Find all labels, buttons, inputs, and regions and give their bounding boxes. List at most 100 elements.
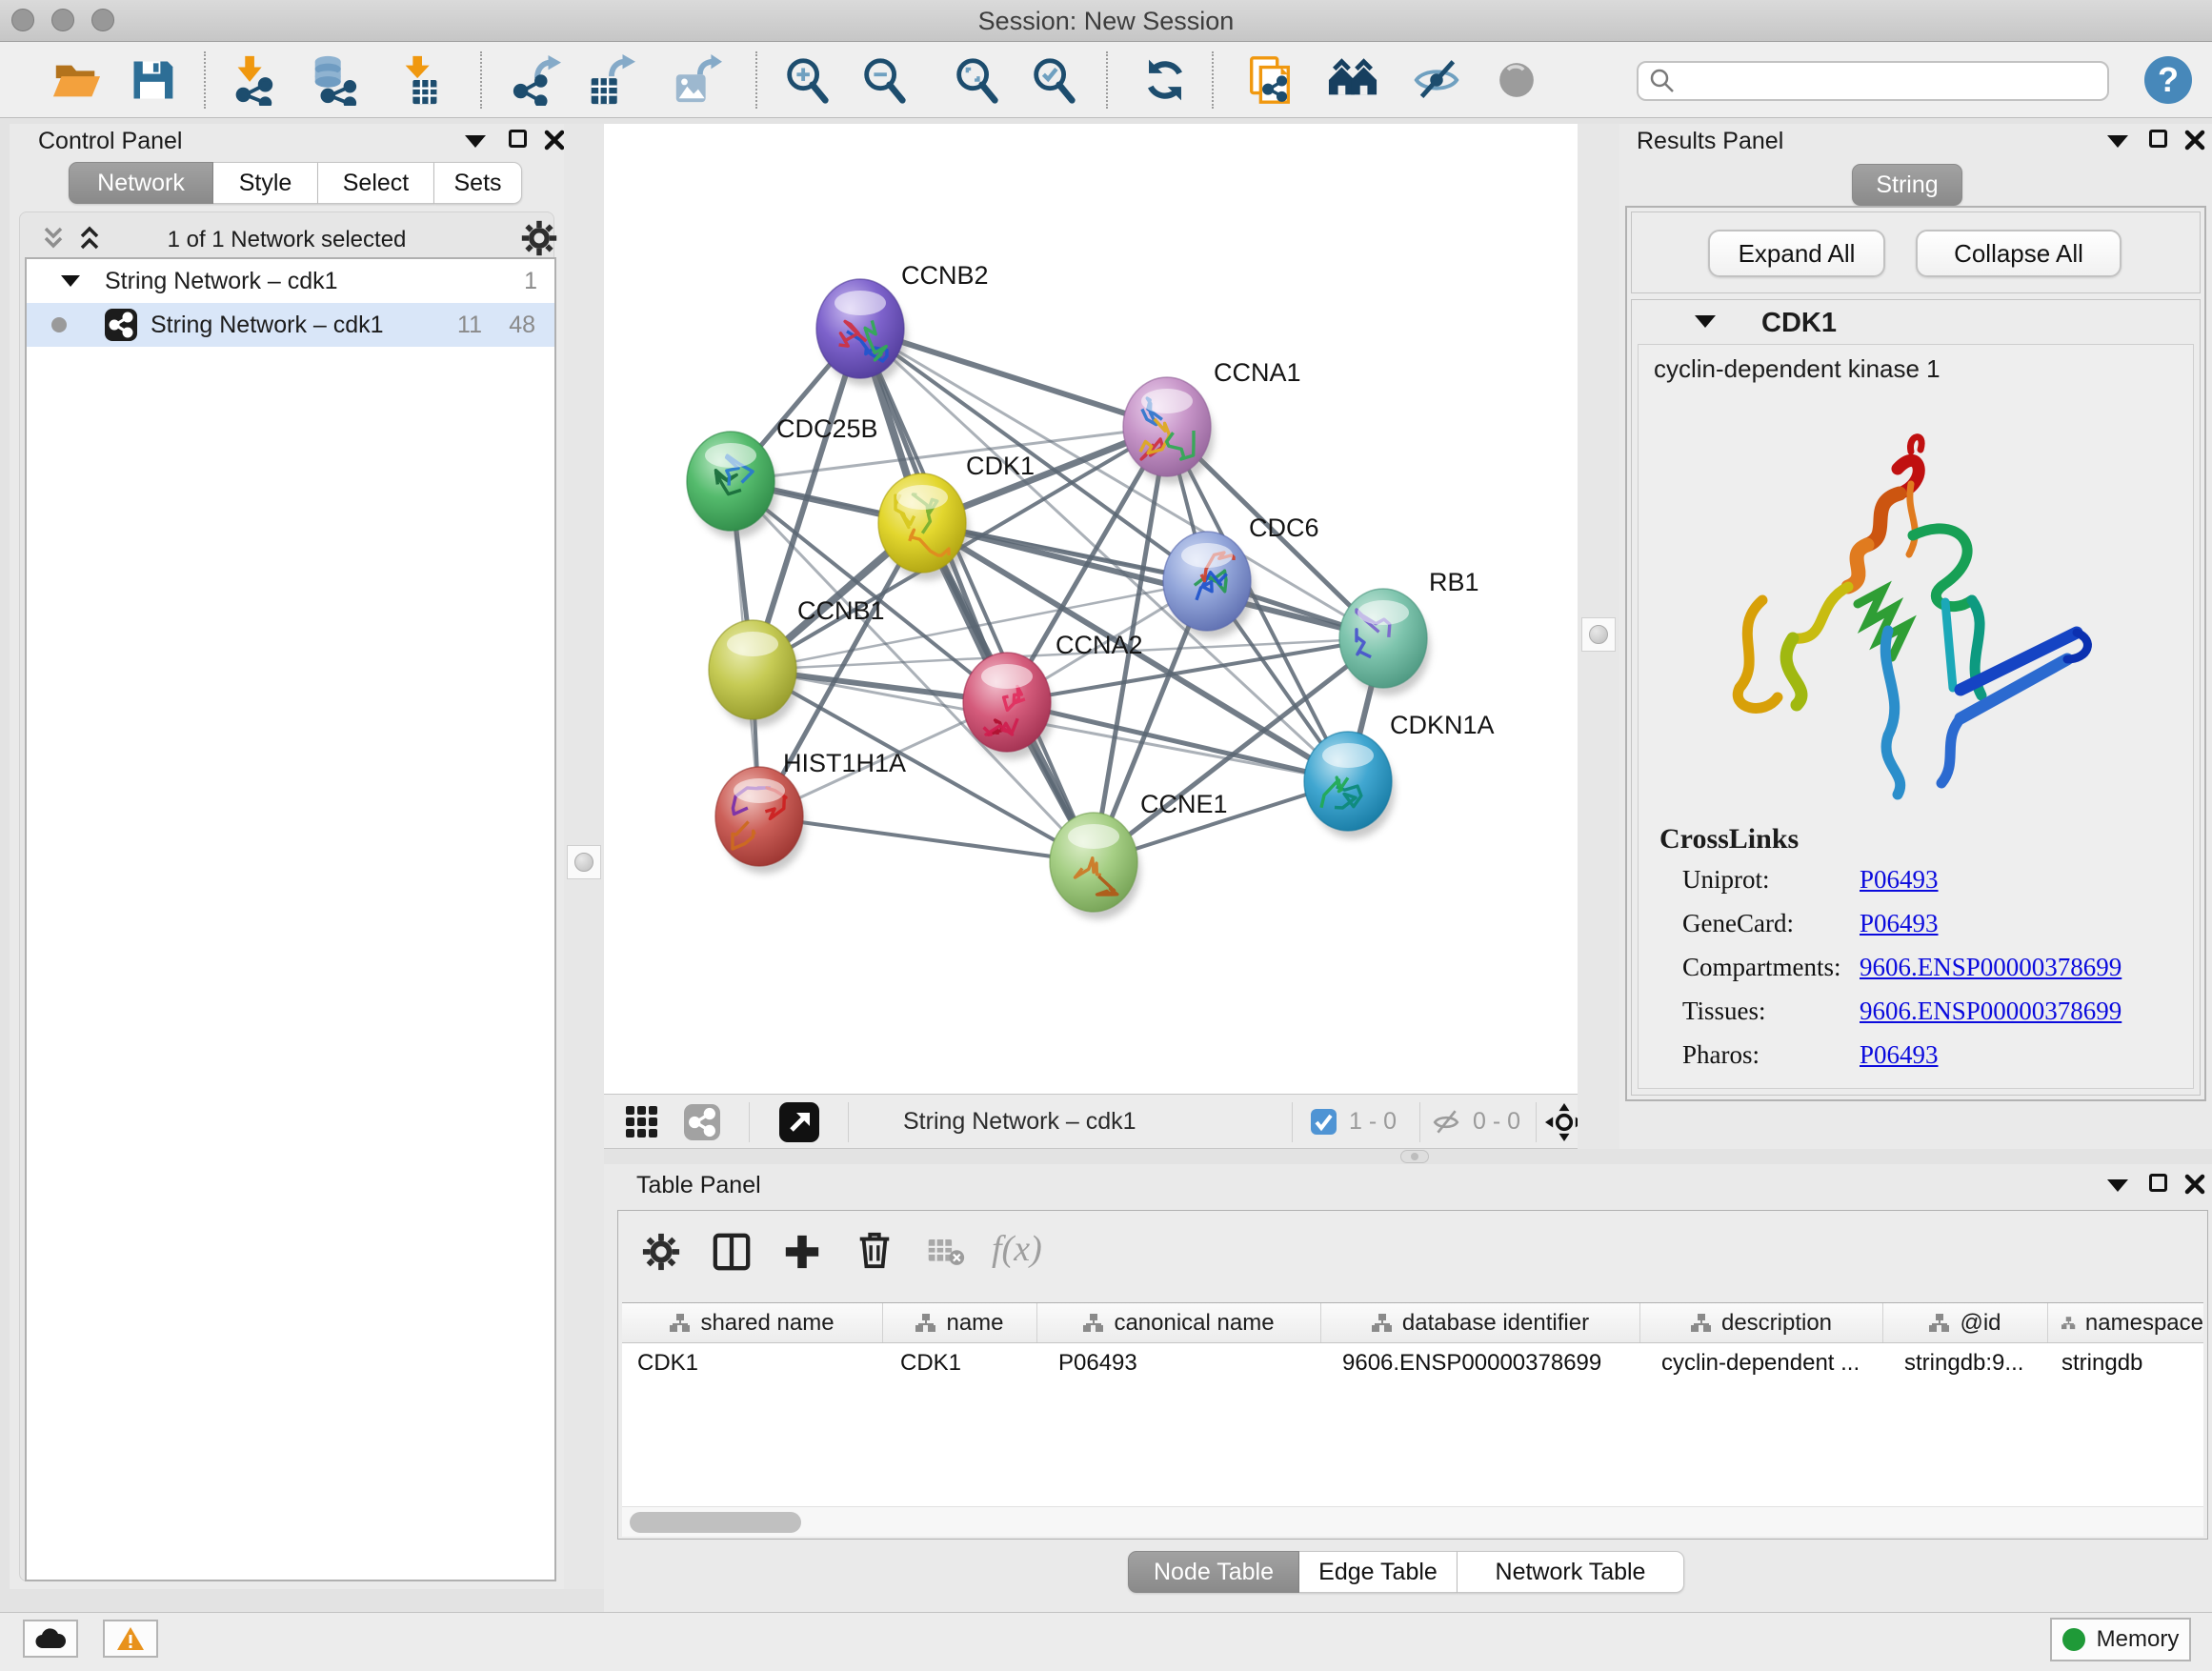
- cell-namespace[interactable]: stringdb: [2048, 1350, 2203, 1377]
- cell-database-identifier[interactable]: 9606.ENSP00000378699: [1321, 1350, 1640, 1377]
- import-network-button[interactable]: [226, 53, 279, 107]
- panel-float-button[interactable]: [509, 130, 527, 148]
- crosslink-link[interactable]: 9606.ENSP00000378699: [1860, 997, 2122, 1026]
- collection-expand-caret[interactable]: [61, 275, 80, 287]
- cell-shared-name[interactable]: CDK1: [622, 1350, 883, 1377]
- tab-select[interactable]: Select: [318, 162, 434, 204]
- help-button[interactable]: ?: [2142, 53, 2195, 107]
- create-column-plus-icon[interactable]: [782, 1232, 822, 1272]
- tab-style[interactable]: Style: [213, 162, 318, 204]
- export-image-button[interactable]: [670, 53, 723, 107]
- column-header[interactable]: @id: [1883, 1303, 2048, 1342]
- network-current-dot-icon: [51, 317, 67, 332]
- zoom-selected-button[interactable]: [1027, 53, 1080, 107]
- table-settings-gear-icon[interactable]: [641, 1232, 681, 1272]
- panel-menu-button[interactable]: [2107, 1179, 2128, 1192]
- tab-edge-table[interactable]: Edge Table: [1299, 1551, 1458, 1593]
- crosslink-link[interactable]: P06493: [1860, 1040, 1939, 1070]
- column-header[interactable]: name: [883, 1303, 1037, 1342]
- network-node-CCNB1[interactable]: [709, 620, 799, 727]
- network-canvas[interactable]: CCNB2CCNA1CDC25BCDK1CDC6RB1CCNB1CCNA2CDK…: [604, 124, 1578, 1094]
- column-header[interactable]: canonical name: [1037, 1303, 1321, 1342]
- import-table-button[interactable]: [395, 53, 449, 107]
- cell-description[interactable]: cyclin-dependent ...: [1640, 1350, 1883, 1377]
- crosslink-link[interactable]: 9606.ENSP00000378699: [1860, 953, 2122, 982]
- open-session-button[interactable]: [50, 53, 103, 107]
- cell-name[interactable]: CDK1: [883, 1350, 1037, 1377]
- network-row[interactable]: String Network – cdk1 11 48: [27, 303, 554, 347]
- show-graphics-details-button[interactable]: [1490, 53, 1543, 107]
- panel-menu-button[interactable]: [2107, 135, 2128, 148]
- expand-all-button[interactable]: Expand All: [1708, 230, 1885, 277]
- left-splitter[interactable]: [564, 124, 604, 1589]
- search-input[interactable]: [1677, 67, 2098, 95]
- scrollbar-thumb[interactable]: [630, 1512, 801, 1533]
- selected-checkbox-icon[interactable]: [1311, 1109, 1337, 1135]
- left-splitter-handle[interactable]: [567, 845, 601, 879]
- cell-id[interactable]: stringdb:9...: [1883, 1350, 2048, 1377]
- panel-float-button[interactable]: [2149, 130, 2167, 148]
- warnings-button[interactable]: [103, 1620, 158, 1658]
- horizontal-splitter[interactable]: [604, 1149, 2212, 1164]
- network-options-gear-icon[interactable]: [520, 219, 558, 257]
- hide-graphics-details-button[interactable]: [1410, 53, 1463, 107]
- tab-network[interactable]: Network: [69, 162, 213, 204]
- export-network-button[interactable]: [509, 53, 562, 107]
- tab-network-table[interactable]: Network Table: [1458, 1551, 1684, 1593]
- delete-column-trash-icon[interactable]: [855, 1230, 895, 1270]
- copy-network-button[interactable]: [1243, 53, 1297, 107]
- panel-float-button[interactable]: [2149, 1174, 2167, 1192]
- toolbar-separator: [1106, 51, 1108, 109]
- import-network-from-database-button[interactable]: [307, 53, 360, 107]
- right-splitter-handle[interactable]: [1581, 617, 1616, 652]
- home-networks-button[interactable]: [1326, 53, 1379, 107]
- column-header[interactable]: database identifier: [1321, 1303, 1640, 1342]
- network-node-RB1[interactable]: [1339, 589, 1430, 695]
- column-header[interactable]: description: [1640, 1303, 1883, 1342]
- right-splitter[interactable]: [1578, 124, 1619, 1149]
- refresh-button[interactable]: [1138, 53, 1192, 107]
- collapse-all-button[interactable]: Collapse All: [1916, 230, 2122, 277]
- zoom-fit-button[interactable]: [950, 53, 1003, 107]
- tab-string[interactable]: String: [1852, 164, 1962, 206]
- panel-close-button[interactable]: [2183, 1173, 2206, 1196]
- crosslink-link[interactable]: P06493: [1860, 865, 1939, 895]
- table-row[interactable]: CDK1 CDK1 P06493 9606.ENSP00000378699 cy…: [622, 1343, 2203, 1383]
- network-node-CCNA2[interactable]: [963, 653, 1054, 759]
- panel-close-button[interactable]: [543, 129, 566, 151]
- tab-node-table[interactable]: Node Table: [1128, 1551, 1299, 1593]
- network-edge-CCNA2-CDKN1A[interactable]: [1007, 702, 1348, 781]
- entry-collapse-caret[interactable]: [1695, 315, 1716, 328]
- network-node-CCNA1[interactable]: [1123, 377, 1214, 484]
- tab-sets[interactable]: Sets: [434, 162, 522, 204]
- cell-canonical-name[interactable]: P06493: [1037, 1350, 1321, 1377]
- birds-eye-view-icon[interactable]: [779, 1102, 819, 1142]
- memory-status-button[interactable]: Memory: [2050, 1618, 2191, 1661]
- show-columns-icon[interactable]: [712, 1232, 752, 1272]
- zoom-in-button[interactable]: [780, 53, 834, 107]
- column-header[interactable]: shared name: [622, 1303, 883, 1342]
- column-header[interactable]: namespace: [2048, 1303, 2203, 1342]
- network-node-CCNE1[interactable]: [1050, 813, 1140, 919]
- network-label: String Network – cdk1: [151, 312, 384, 339]
- network-node-HIST1H1A[interactable]: [715, 767, 806, 874]
- network-node-CDKN1A[interactable]: [1304, 732, 1395, 838]
- zoom-out-button[interactable]: [857, 53, 911, 107]
- panel-menu-button[interactable]: [465, 135, 486, 148]
- network-type-icon[interactable]: [684, 1104, 720, 1140]
- cloud-status-button[interactable]: [23, 1620, 78, 1658]
- save-session-button[interactable]: [126, 53, 179, 107]
- network-edge-HIST1H1A-CCNE1[interactable]: [759, 816, 1094, 862]
- network-edge-CCNB2-CCNE1[interactable]: [860, 329, 1094, 862]
- network-collection-row[interactable]: String Network – cdk1 1: [27, 259, 554, 303]
- table-horizontal-scrollbar[interactable]: [622, 1506, 2203, 1537]
- grid-view-icon[interactable]: [625, 1105, 659, 1139]
- horizontal-splitter-handle[interactable]: [1400, 1150, 1429, 1163]
- export-table-button[interactable]: [583, 53, 636, 107]
- network-node-CCNB2[interactable]: [816, 279, 907, 386]
- node-label-CDK1: CDK1: [966, 452, 1035, 480]
- network-node-CDC25B[interactable]: [687, 432, 777, 538]
- crosslink-link[interactable]: P06493: [1860, 909, 1939, 938]
- network-node-CDK1[interactable]: [878, 473, 969, 580]
- panel-close-button[interactable]: [2183, 129, 2206, 151]
